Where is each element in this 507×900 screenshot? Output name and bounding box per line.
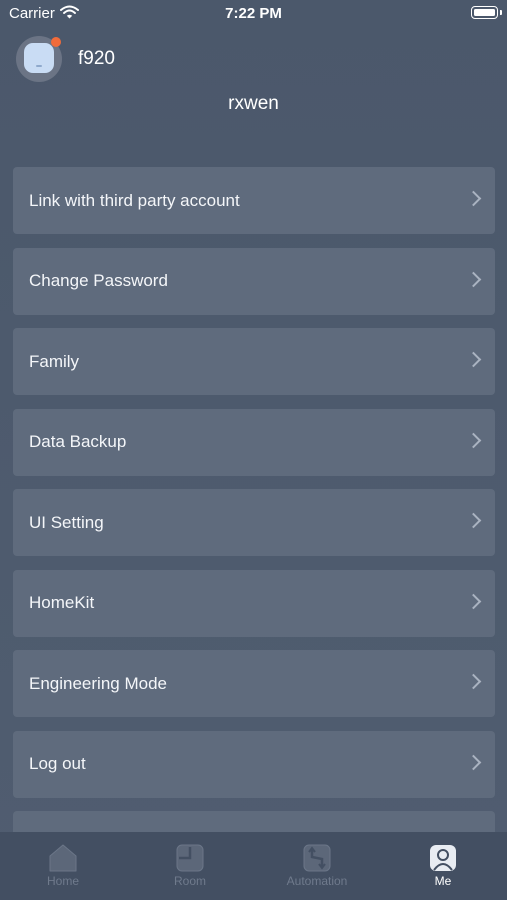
status-time: 7:22 PM: [225, 5, 282, 22]
tab-label: Me: [434, 874, 452, 888]
device-name[interactable]: f920: [78, 48, 115, 70]
status-bar: Carrier 7:22 PM: [0, 0, 507, 28]
menu-item-label: Link with third party account: [29, 190, 240, 210]
menu-item-change-password[interactable]: Change Password: [13, 247, 495, 315]
menu-item-label: Log out: [29, 754, 86, 773]
menu-item-ui-setting[interactable]: UI Setting: [13, 489, 495, 556]
menu-item-label: Data Backup: [29, 432, 127, 451]
menu-item-family[interactable]: Family: [13, 328, 495, 395]
menu-item-label: UI Setting: [29, 512, 104, 532]
chevron-right-icon: [465, 351, 482, 368]
notification-dot: [51, 37, 61, 47]
home-icon: [49, 844, 77, 872]
menu-item-data-backup[interactable]: Data Backup: [13, 408, 495, 476]
username: rxwen: [228, 93, 279, 114]
chevron-right-icon: [465, 593, 482, 609]
device-icon: [24, 43, 54, 73]
settings-menu: Link with third party account Change Pas…: [13, 167, 495, 865]
tab-room[interactable]: Room: [127, 832, 253, 900]
tab-label: Room: [173, 874, 206, 888]
chevron-right-icon: [465, 190, 482, 207]
menu-item-label: HomeKit: [29, 593, 95, 612]
menu-item-log-out[interactable]: Log out: [13, 730, 495, 798]
menu-item-label: Change Password: [29, 271, 168, 290]
automation-icon: [303, 844, 331, 872]
tab-automation[interactable]: Automation: [254, 832, 380, 900]
room-icon: [176, 844, 204, 872]
tab-home[interactable]: Home: [0, 832, 126, 900]
chevron-right-icon: [465, 271, 482, 287]
tab-label: Home: [46, 874, 79, 888]
me-icon: [430, 845, 456, 871]
tab-label: Automation: [286, 874, 348, 888]
chevron-right-icon: [465, 673, 482, 690]
menu-item-engineering-mode[interactable]: Engineering Mode: [13, 650, 495, 717]
menu-item-link-third-party[interactable]: Link with third party account: [13, 167, 495, 234]
menu-item-label: Family: [29, 351, 80, 371]
chevron-right-icon: [465, 512, 482, 529]
tab-bar: Home Room Automation Me: [0, 832, 507, 900]
device-avatar[interactable]: [16, 36, 62, 82]
chevron-right-icon: [465, 432, 482, 448]
tab-me[interactable]: Me: [380, 832, 506, 900]
chevron-right-icon: [465, 754, 482, 770]
battery-icon: [471, 6, 502, 19]
menu-item-homekit[interactable]: HomeKit: [13, 569, 495, 637]
menu-item-label: Engineering Mode: [29, 673, 167, 693]
